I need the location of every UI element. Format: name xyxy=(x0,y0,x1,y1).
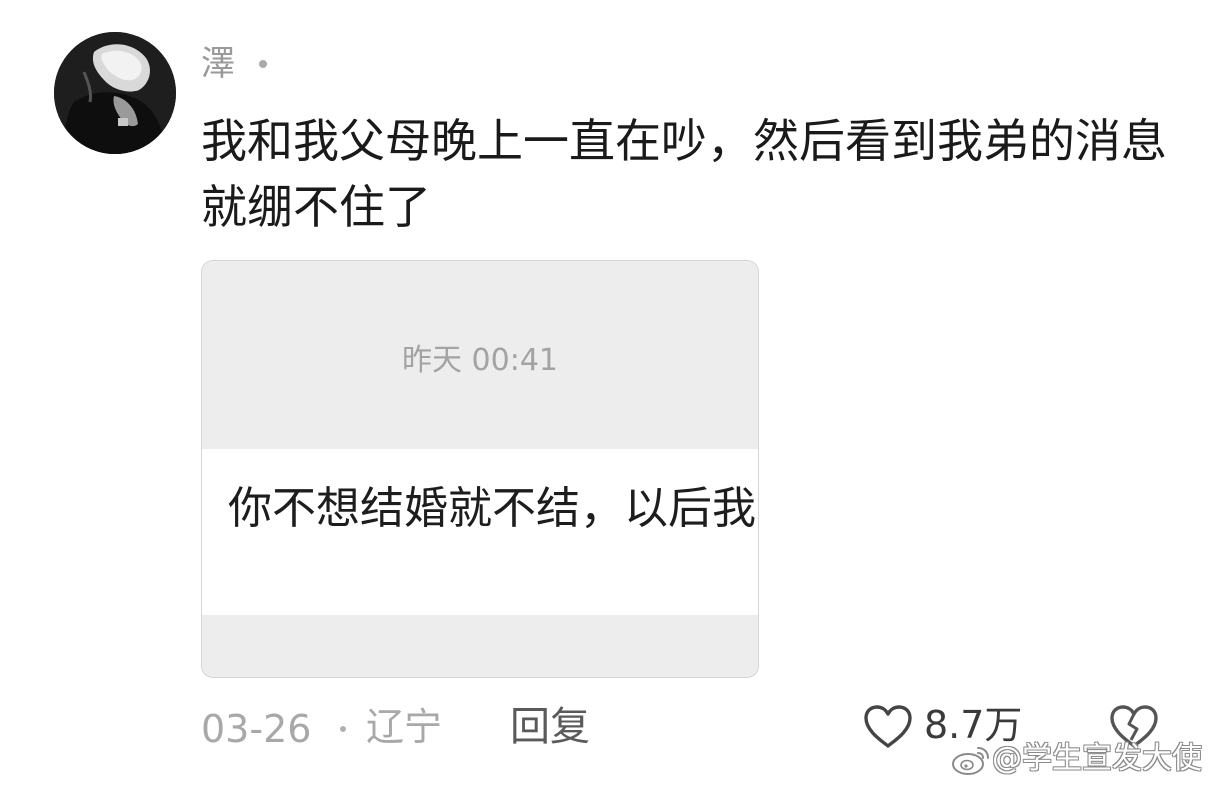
avatar[interactable] xyxy=(54,32,176,154)
chat-message-bubble: 你不想结婚就不结，以后我 xyxy=(202,449,758,615)
comment-image[interactable]: 昨天 00:41 你不想结婚就不结，以后我 xyxy=(201,260,759,678)
meta-separator-dot xyxy=(340,726,346,732)
weibo-logo-icon xyxy=(950,740,992,778)
chat-timestamp: 昨天 00:41 xyxy=(402,343,558,378)
watermark-text: @学生宣发大使 xyxy=(992,741,1202,776)
separator-dot xyxy=(259,60,267,68)
comment-location: 辽宁 xyxy=(366,705,443,749)
username[interactable]: 澤 xyxy=(201,42,235,86)
heart-outline-icon[interactable] xyxy=(862,704,914,750)
comment-date: 03-26 xyxy=(201,707,312,751)
reply-button[interactable]: 回复 xyxy=(510,704,590,750)
chat-message-text: 你不想结婚就不结，以后我 xyxy=(228,483,756,534)
comment-text: 我和我父母晚上一直在吵，然后看到我弟的消息就绷不住了 xyxy=(201,114,1167,234)
